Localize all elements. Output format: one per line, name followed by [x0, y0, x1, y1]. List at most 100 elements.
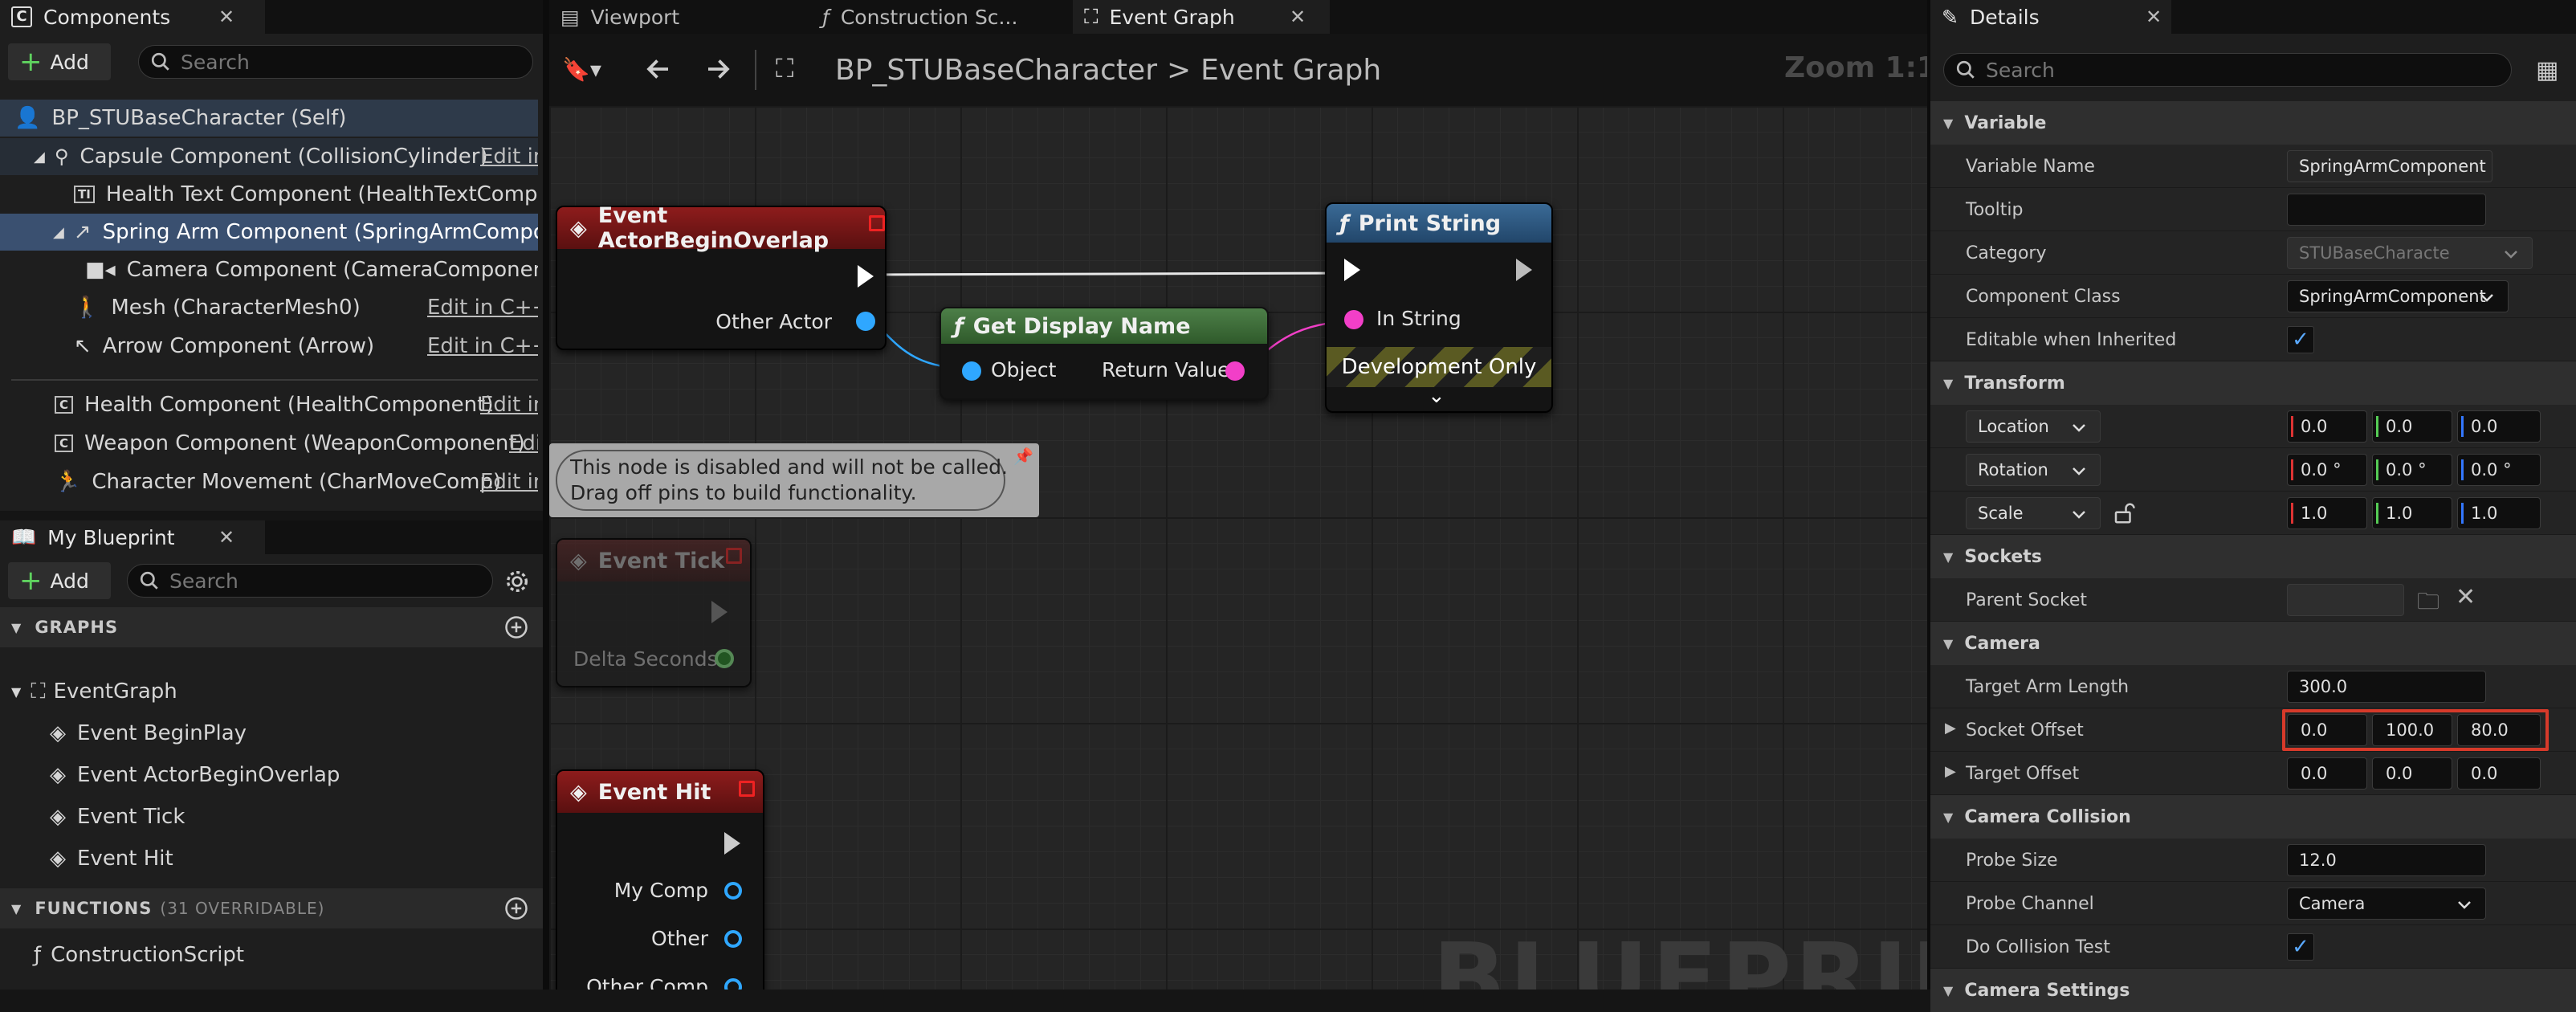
do-collision-test-checkbox[interactable]: ✓ — [2287, 933, 2314, 961]
target-offset-z-field[interactable]: 0.0 — [2457, 757, 2541, 790]
add-function-icon[interactable] — [504, 896, 528, 920]
pin-object[interactable] — [962, 361, 981, 381]
location-mode-combo[interactable]: Location — [1966, 410, 2101, 443]
category-combo[interactable]: STUBaseCharacte — [2287, 237, 2533, 269]
pin-comment-icon[interactable]: 📌 — [1013, 447, 1033, 466]
pin-other-actor[interactable] — [856, 312, 875, 331]
component-row-health[interactable]: C Health Component (HealthComponent) Edi… — [0, 386, 538, 423]
tab-construction-script[interactable]: ƒ Construction Sc... — [811, 0, 1068, 34]
browse-socket-icon[interactable]: 🗀 — [2417, 585, 2439, 623]
pin-delta-seconds[interactable] — [715, 649, 734, 668]
tab-my-blueprint[interactable]: 📖 My Blueprint ✕ — [0, 520, 265, 554]
section-transform[interactable]: ▼ Transform — [1930, 361, 2576, 405]
target-offset-x-field[interactable]: 0.0 — [2287, 757, 2367, 790]
close-icon[interactable]: ✕ — [2146, 6, 2162, 28]
node-event-hit[interactable]: ◈ Event Hit My Comp Other Other Comp — [556, 769, 764, 990]
exec-out-pin[interactable] — [724, 832, 740, 855]
socket-offset-y-field[interactable]: 100.0 — [2372, 714, 2452, 746]
rotation-mode-combo[interactable]: Rotation — [1966, 454, 2101, 486]
property-matrix-icon[interactable]: ▦ — [2536, 56, 2558, 84]
section-camera-collision[interactable]: ▼ Camera Collision — [1930, 795, 2576, 839]
variable-name-field[interactable]: SpringArmComponent — [2287, 150, 2492, 182]
parent-socket-field[interactable] — [2287, 584, 2404, 616]
rotation-x-field[interactable]: 0.0 ° — [2287, 454, 2367, 486]
component-row-health-text[interactable]: TI Health Text Component (HealthTextComp… — [0, 176, 538, 213]
section-camera[interactable]: ▼ Camera — [1930, 622, 2576, 665]
node-get-display-name[interactable]: ƒ Get Display Name Object Return Value — [940, 307, 1269, 400]
add-blueprint-item-button[interactable]: + Add — [8, 562, 111, 599]
probe-size-field[interactable]: 12.0 — [2287, 844, 2486, 876]
components-search-input[interactable]: Search — [138, 45, 533, 79]
edit-in-cpp-link[interactable]: Edit in C++ — [480, 393, 538, 417]
tab-viewport[interactable]: ▤ Viewport — [549, 0, 803, 34]
edit-in-cpp-link[interactable]: Edit in C++ — [480, 470, 538, 494]
tab-components[interactable]: C Components ✕ — [0, 0, 265, 34]
expand-arrow-icon[interactable]: ▶ — [1945, 763, 1956, 780]
pin-other[interactable] — [724, 930, 742, 948]
scale-y-field[interactable]: 1.0 — [2372, 497, 2452, 529]
location-y-field[interactable]: 0.0 — [2372, 410, 2452, 443]
edit-in-cpp-link[interactable]: Edit in C++ — [427, 334, 538, 358]
output-delegate-pin[interactable] — [869, 215, 885, 231]
settings-gear-icon[interactable] — [504, 569, 530, 594]
blueprint-search-input[interactable]: Search — [127, 564, 493, 598]
pin-other-comp[interactable] — [724, 978, 742, 990]
close-icon[interactable]: ✕ — [218, 6, 234, 28]
rotation-z-field[interactable]: 0.0 ° — [2457, 454, 2541, 486]
component-row-spring-arm[interactable]: ◢ ↗ Spring Arm Component (SpringArmCompo… — [0, 214, 538, 251]
pin-my-comp[interactable] — [724, 882, 742, 900]
section-camera-settings[interactable]: ▼ Camera Settings — [1930, 969, 2576, 1012]
expand-chevron-icon[interactable]: ⌄ — [1428, 384, 1445, 408]
scale-z-field[interactable]: 1.0 — [2457, 497, 2541, 529]
exec-out-pin[interactable] — [711, 601, 728, 623]
component-row-capsule[interactable]: ◢ ⚲ Capsule Component (CollisionCylinder… — [0, 138, 538, 175]
functions-section-header[interactable]: ▼ FUNCTIONS (31 OVERRIDABLE) — [0, 888, 543, 928]
socket-offset-x-field[interactable]: 0.0 — [2287, 714, 2367, 746]
tab-details[interactable]: ✎ Details ✕ — [1930, 0, 2171, 34]
component-class-combo[interactable]: SpringArmComponent — [2287, 280, 2509, 312]
close-icon[interactable]: ✕ — [218, 526, 234, 549]
collapse-arrow-icon[interactable]: ◢ — [34, 149, 45, 165]
component-row-camera[interactable]: ■◂ Camera Component (CameraComponent) — [0, 251, 538, 288]
event-item-actorbeginoverlap[interactable]: ◈ Event ActorBeginOverlap — [0, 757, 538, 794]
editable-inherited-checkbox[interactable]: ✓ — [2287, 326, 2314, 353]
target-offset-y-field[interactable]: 0.0 — [2372, 757, 2452, 790]
add-graph-icon[interactable] — [504, 615, 528, 639]
graphs-section-header[interactable]: ▼ GRAPHS — [0, 607, 543, 647]
component-row-movement[interactable]: 🏃 Character Movement (CharMoveComp) Edit… — [0, 463, 538, 500]
panel-divider[interactable] — [543, 0, 549, 990]
target-arm-length-field[interactable]: 300.0 — [2287, 671, 2486, 703]
scale-x-field[interactable]: 1.0 — [2287, 497, 2367, 529]
edit-in-cpp-link[interactable]: Edit in C++ — [427, 296, 538, 320]
component-row-mesh[interactable]: 🚶 Mesh (CharacterMesh0) Edit in C++ — [0, 289, 538, 326]
pin-in-string[interactable] — [1344, 310, 1363, 329]
close-icon[interactable]: ✕ — [1290, 6, 1306, 28]
event-item-tick[interactable]: ◈ Event Tick — [0, 798, 538, 835]
event-item-hit[interactable]: ◈ Event Hit — [0, 840, 538, 877]
unlock-icon[interactable] — [2112, 501, 2136, 525]
back-arrow-icon[interactable] — [642, 55, 675, 84]
expand-arrow-icon[interactable]: ▶ — [1945, 720, 1956, 737]
function-item-constructionscript[interactable]: ƒ ConstructionScript — [0, 937, 538, 973]
socket-offset-z-field[interactable]: 80.0 — [2457, 714, 2541, 746]
edit-in-cpp-link[interactable]: Edit in C++ — [509, 431, 538, 455]
edit-in-cpp-link[interactable]: Edit in C++ — [480, 145, 538, 169]
add-component-button[interactable]: + Add — [8, 43, 111, 80]
section-variable[interactable]: ▼ Variable — [1930, 101, 2576, 145]
node-print-string[interactable]: ƒ Print String In String Development Onl… — [1325, 202, 1553, 413]
component-row-arrow[interactable]: ↖ Arrow Component (Arrow) Edit in C++ — [0, 328, 538, 365]
component-row-self[interactable]: 👤 BP_STUBaseCharacter (Self) — [0, 100, 538, 137]
location-z-field[interactable]: 0.0 — [2457, 410, 2541, 443]
graph-item-eventgraph[interactable]: ▼ ⛶ EventGraph — [0, 673, 538, 710]
clear-socket-icon[interactable]: ✕ — [2456, 583, 2476, 611]
exec-out-pin[interactable] — [858, 265, 874, 288]
pin-return-value[interactable] — [1225, 361, 1245, 381]
component-row-weapon[interactable]: C Weapon Component (WeaponComponent) Edi… — [0, 425, 538, 462]
forward-arrow-icon[interactable] — [702, 55, 734, 84]
tooltip-field[interactable] — [2287, 194, 2486, 226]
node-event-tick[interactable]: ◈ Event Tick Delta Seconds — [556, 538, 752, 688]
graph-canvas[interactable]: BLUEPRINT ◈ Event ActorBeginOverlap Othe… — [549, 106, 1927, 990]
probe-channel-combo[interactable]: Camera — [2287, 888, 2486, 920]
bookmark-button[interactable]: 🔖▾ — [562, 56, 601, 83]
rotation-y-field[interactable]: 0.0 ° — [2372, 454, 2452, 486]
